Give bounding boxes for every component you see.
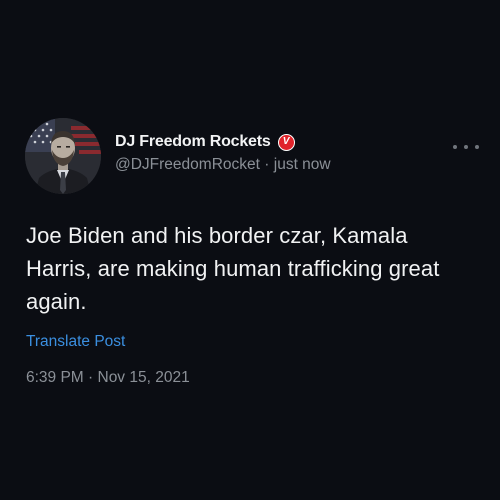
more-dot <box>464 145 468 149</box>
more-dot <box>475 145 479 149</box>
handle-separator: · <box>264 156 270 173</box>
avatar-image <box>25 118 101 194</box>
more-dot <box>453 145 457 149</box>
author-name-row: DJ Freedom Rockets V <box>115 133 295 151</box>
post-card: DJ Freedom Rockets V @DJFreedomRocket · … <box>0 0 500 500</box>
more-options-icon[interactable] <box>453 141 479 153</box>
verified-badge-icon: V <box>277 133 295 151</box>
post-timestamp[interactable]: 6:39 PM · Nov 15, 2021 <box>26 369 190 387</box>
author-handle-row: @DJFreedomRocket · just now <box>115 156 331 174</box>
relative-time: just now <box>273 156 331 173</box>
avatar[interactable] <box>25 118 101 194</box>
post-body: Joe Biden and his border czar, Kamala Ha… <box>26 223 440 314</box>
author-display-name[interactable]: DJ Freedom Rockets <box>115 133 271 151</box>
author-handle[interactable]: @DJFreedomRocket <box>115 156 260 173</box>
translate-post-link[interactable]: Translate Post <box>26 333 125 351</box>
